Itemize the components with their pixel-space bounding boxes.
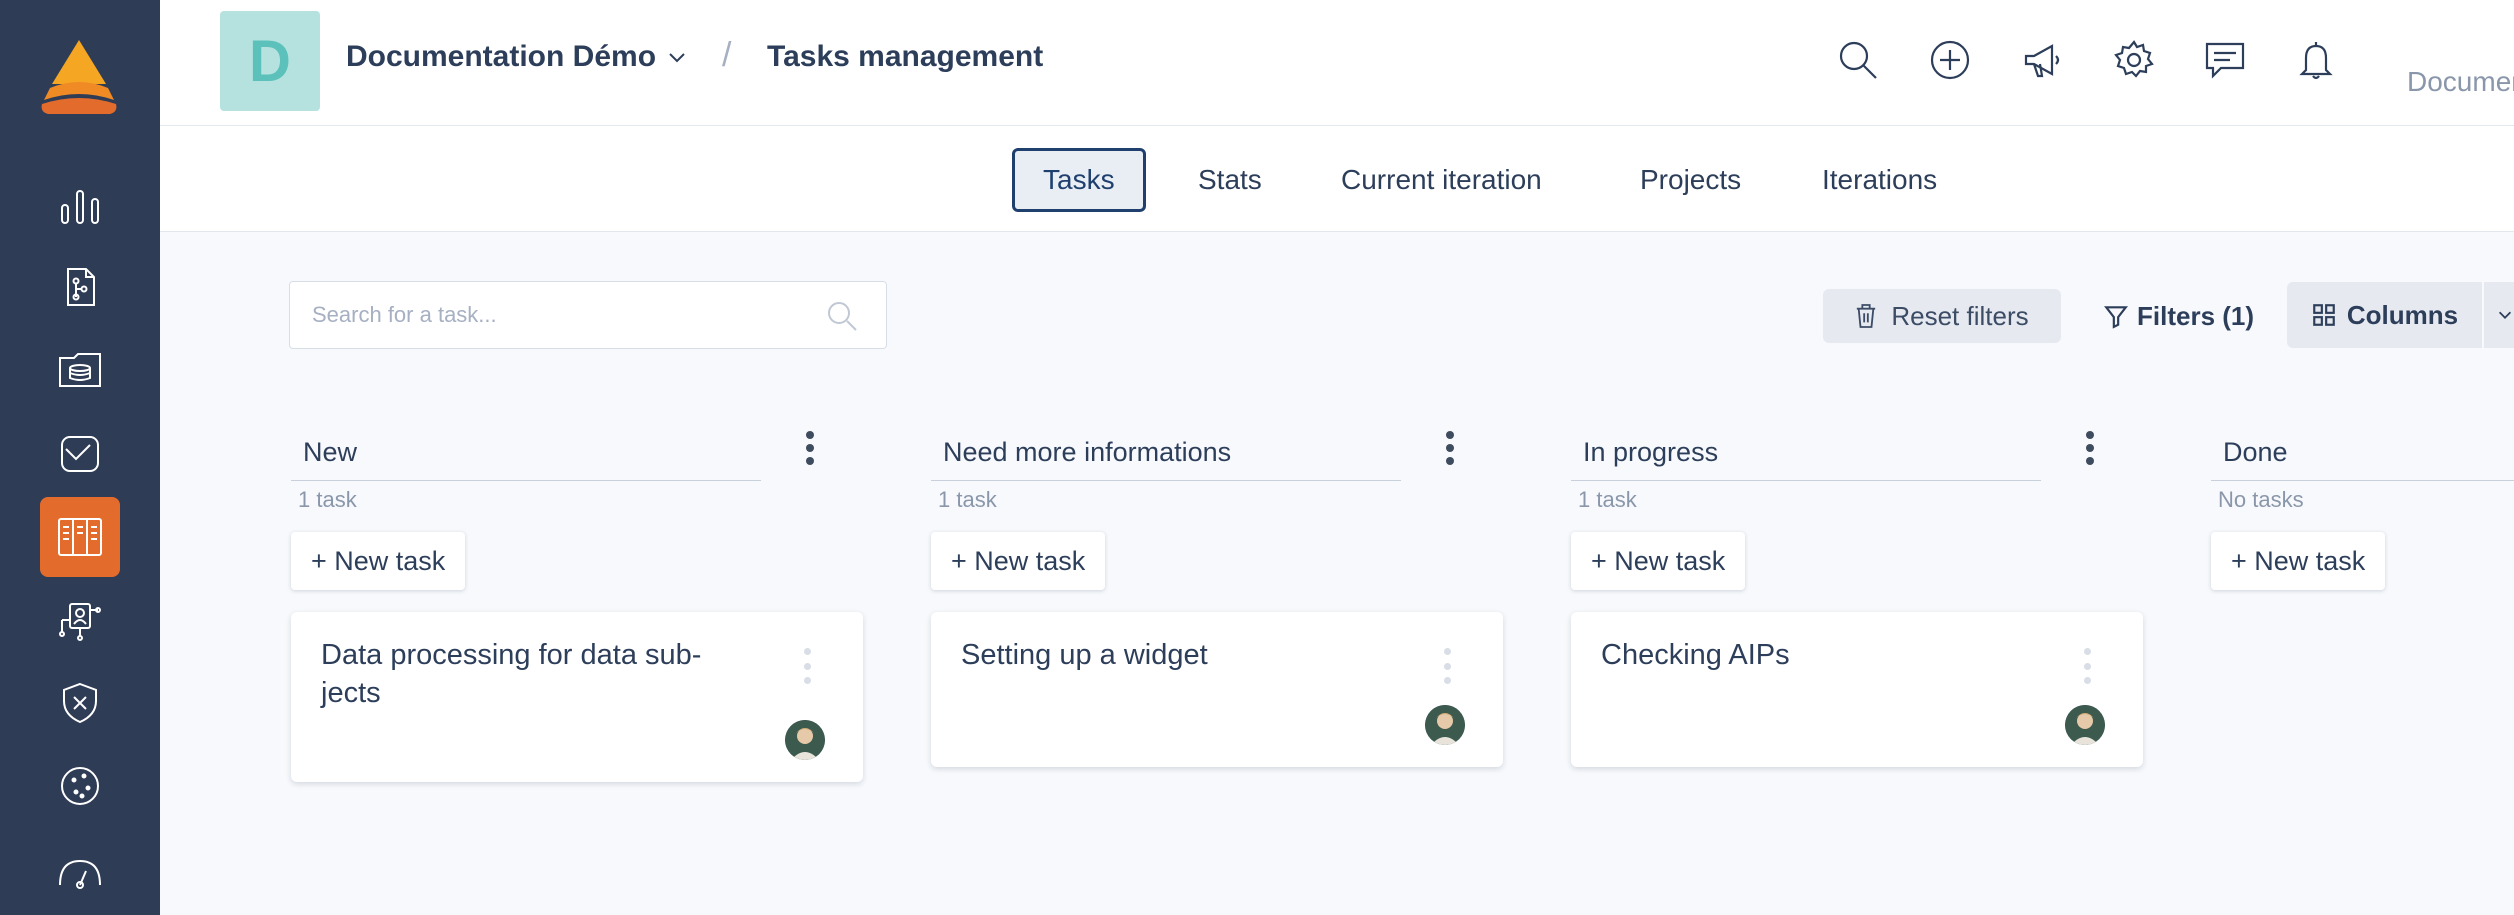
columns-button[interactable]: Columns bbox=[2287, 282, 2482, 348]
grid-icon bbox=[2313, 304, 2335, 326]
org-name: Documentation Démo bbox=[346, 40, 657, 73]
reset-filters-label: Reset filters bbox=[1891, 300, 2029, 331]
column-menu-button[interactable] bbox=[1435, 428, 1465, 468]
announcements-button[interactable] bbox=[2018, 36, 2066, 84]
new-task-button[interactable]: + New task bbox=[931, 532, 1106, 590]
task-card-menu[interactable] bbox=[1437, 648, 1457, 684]
filters-button[interactable]: Filters (1) bbox=[2103, 289, 2255, 343]
chevron-down-icon bbox=[2498, 311, 2512, 319]
new-task-button[interactable]: + New task bbox=[291, 532, 466, 590]
sidebar-item-performance[interactable] bbox=[40, 838, 120, 908]
sidebar-item-cookies[interactable] bbox=[40, 746, 120, 826]
bar-chart-icon bbox=[61, 190, 99, 224]
sidebar-item-security[interactable] bbox=[40, 663, 120, 743]
tabs-bar: Tasks Stats Current iteration Projects I… bbox=[160, 126, 2514, 232]
assignee-avatar[interactable] bbox=[1425, 705, 1465, 745]
new-task-button[interactable]: + New task bbox=[1571, 532, 1746, 590]
database-folder-icon bbox=[59, 353, 101, 387]
task-card-menu[interactable] bbox=[797, 648, 817, 684]
search-icon bbox=[828, 302, 857, 331]
column-menu-button[interactable] bbox=[2075, 428, 2105, 468]
sidebar-item-tasks[interactable] bbox=[40, 497, 120, 577]
checklist-icon bbox=[61, 436, 99, 472]
tab-stats[interactable]: Stats bbox=[1170, 148, 1290, 212]
column-task-count: 1 task bbox=[298, 487, 357, 512]
user-network-icon bbox=[59, 603, 101, 641]
column-task-count: No tasks bbox=[2218, 487, 2304, 512]
add-button[interactable] bbox=[1926, 36, 1974, 84]
task-card-title: Data processing for data sub-jects bbox=[321, 639, 702, 709]
gauge-icon bbox=[59, 859, 101, 889]
new-task-button[interactable]: + New task bbox=[2211, 532, 2386, 590]
document-tree-icon bbox=[67, 268, 95, 306]
gear-icon bbox=[2114, 40, 2154, 78]
column-task-count: 1 task bbox=[1578, 487, 1637, 512]
column-title[interactable]: Need more informations bbox=[931, 425, 1401, 481]
sidebar-item-data[interactable] bbox=[40, 330, 120, 410]
org-avatar[interactable]: D bbox=[220, 11, 320, 111]
search-icon bbox=[1839, 41, 1877, 79]
messages-button[interactable] bbox=[2201, 36, 2249, 84]
user-menu[interactable]: Documentation Démo bbox=[2407, 66, 2514, 98]
columns-dropdown-toggle[interactable] bbox=[2484, 282, 2514, 348]
reset-filters-button[interactable]: Reset filters bbox=[1823, 289, 2061, 343]
bell-icon bbox=[2299, 42, 2333, 80]
kanban-board-icon bbox=[58, 518, 102, 556]
assignee-avatar[interactable] bbox=[2065, 705, 2105, 745]
task-card[interactable]: Setting up a widget bbox=[931, 612, 1503, 767]
task-card-menu[interactable] bbox=[2077, 648, 2097, 684]
chevron-down-icon bbox=[669, 53, 685, 63]
top-header: D Documentation Démo / Tasks management … bbox=[160, 0, 2514, 126]
app-logo[interactable] bbox=[36, 38, 122, 116]
filters-label: Filters (1) bbox=[2137, 300, 2255, 331]
column-menu-button[interactable] bbox=[795, 428, 825, 468]
columns-label: Columns bbox=[2346, 299, 2459, 330]
task-card[interactable]: Data processing for data sub-jects bbox=[291, 612, 863, 782]
column-title[interactable]: In progress bbox=[1571, 425, 2041, 481]
task-card[interactable]: Checking AIPs bbox=[1571, 612, 2143, 767]
sidebar-item-tasks-check[interactable] bbox=[40, 413, 120, 493]
sidebar-item-documents[interactable] bbox=[40, 247, 120, 327]
task-search bbox=[289, 281, 887, 349]
tab-iterations[interactable]: Iterations bbox=[1794, 148, 1965, 212]
sidebar bbox=[0, 0, 160, 915]
shield-x-icon bbox=[63, 682, 97, 724]
chat-icon bbox=[2205, 42, 2245, 79]
page-title: Tasks management bbox=[767, 40, 1044, 73]
tab-projects[interactable]: Projects bbox=[1612, 148, 1769, 212]
org-switcher[interactable]: Documentation Démo bbox=[346, 40, 688, 74]
tab-tasks[interactable]: Tasks bbox=[1012, 148, 1146, 212]
task-card-title: Setting up a widget bbox=[961, 639, 1208, 671]
breadcrumb-separator: / bbox=[722, 36, 732, 74]
notifications-button[interactable] bbox=[2292, 36, 2340, 84]
org-initial: D bbox=[249, 28, 291, 94]
trash-icon bbox=[1857, 304, 1876, 328]
search-input[interactable] bbox=[290, 282, 790, 348]
search-button[interactable] bbox=[1834, 36, 1882, 84]
tab-current-iteration[interactable]: Current iteration bbox=[1313, 148, 1570, 212]
task-card-title: Checking AIPs bbox=[1601, 639, 1790, 671]
sidebar-item-users[interactable] bbox=[40, 580, 120, 660]
megaphone-icon bbox=[2024, 44, 2060, 78]
sidebar-item-stats[interactable] bbox=[40, 165, 120, 245]
plus-circle-icon bbox=[1930, 40, 1970, 80]
column-title[interactable]: New bbox=[291, 425, 761, 481]
filter-icon bbox=[2104, 306, 2128, 329]
settings-button[interactable] bbox=[2110, 36, 2158, 84]
cookie-icon bbox=[61, 767, 99, 805]
assignee-avatar[interactable] bbox=[785, 720, 825, 760]
column-task-count: 1 task bbox=[938, 487, 997, 512]
column-title[interactable]: Done bbox=[2211, 425, 2514, 481]
